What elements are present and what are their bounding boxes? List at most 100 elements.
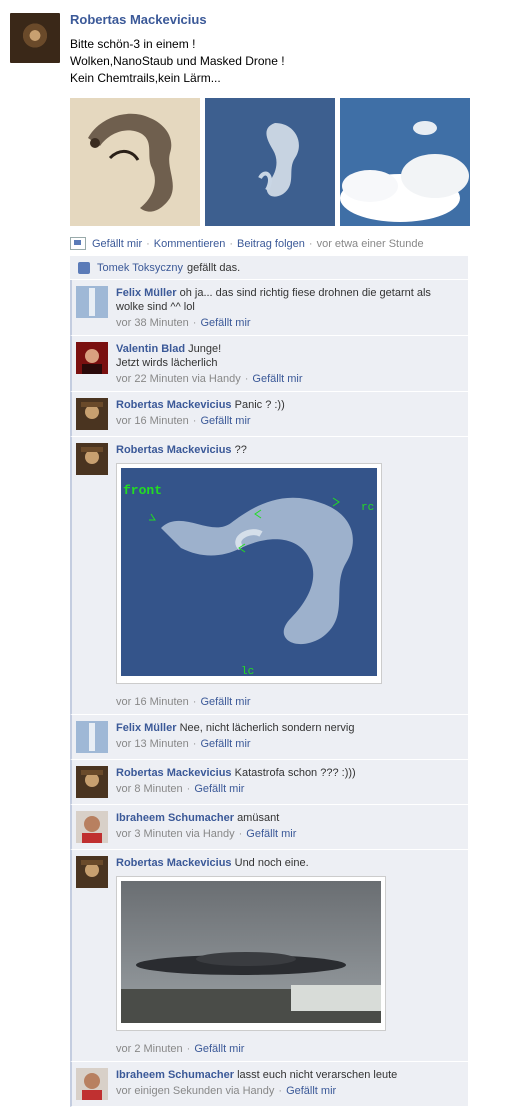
comment-like-button[interactable]: Gefällt mir [194, 783, 244, 795]
comment-like-button[interactable]: Gefällt mir [246, 828, 296, 840]
post-text: Bitte schön-3 in einem ! Wolken,NanoStau… [70, 36, 285, 87]
separator: · [192, 738, 197, 750]
avatar[interactable] [76, 721, 108, 753]
likes-row: Tomek Toksyczny gefällt das. [70, 256, 468, 280]
overlay-front-label: front [123, 483, 162, 498]
post-author[interactable]: Robertas Mackevicius [70, 12, 207, 27]
comment-text: lasst euch nicht verarschen leute [237, 1069, 398, 1081]
avatar[interactable] [76, 342, 108, 374]
thumbs-up-icon [78, 261, 90, 274]
comment-body: Ibraheem Schumacher amüsant [116, 811, 460, 825]
comment-body: Robertas Mackevicius Katastrofa schon ??… [116, 766, 460, 780]
avatar[interactable] [76, 286, 108, 318]
comment: Ibraheem Schumacher amüsant vor 3 Minute… [70, 805, 468, 850]
comment-meta: vor 22 Minuten via Handy · Gefällt mir [116, 373, 460, 385]
post-text-line: Kein Chemtrails,kein Lärm... [70, 71, 221, 85]
attachment-image[interactable] [121, 881, 381, 1023]
comment-attachment[interactable]: front rc lc [116, 463, 382, 684]
comment-meta: vor 2 Minuten · Gefällt mir [116, 1043, 460, 1055]
separator: · [238, 828, 243, 840]
separator: · [229, 237, 234, 250]
comment-author[interactable]: Robertas Mackevicius [116, 444, 232, 456]
comment-like-button[interactable]: Gefällt mir [200, 738, 250, 750]
avatar[interactable] [76, 811, 108, 843]
comment-meta: vor 8 Minuten · Gefällt mir [116, 783, 460, 795]
comment-text: Katastrofa schon ??? :))) [234, 767, 356, 779]
avatar[interactable] [76, 398, 108, 430]
comment-text: ?? [234, 444, 247, 456]
comment-body: Felix Müller Nee, nicht lächerlich sonde… [116, 721, 460, 735]
comment-like-button[interactable]: Gefällt mir [200, 696, 250, 708]
comment-body: Robertas Mackevicius Panic ? :)) [116, 398, 460, 412]
separator: · [192, 415, 197, 427]
comment-like-button[interactable]: Gefällt mir [286, 1085, 336, 1097]
comment-button[interactable]: Kommentieren [154, 238, 226, 250]
comment-author[interactable]: Ibraheem Schumacher [116, 1069, 234, 1081]
comment-author[interactable]: Valentin Blad [116, 343, 185, 355]
photo-1[interactable] [70, 98, 200, 226]
comment: Robertas Mackevicius Katastrofa schon ??… [70, 760, 468, 805]
comment-author[interactable]: Ibraheem Schumacher [116, 812, 234, 824]
comment: Felix Müller oh ja... das sind richtig f… [70, 280, 468, 336]
comment-author[interactable]: Robertas Mackevicius [116, 399, 232, 411]
comment-like-button[interactable]: Gefällt mir [194, 1043, 244, 1055]
post-text-line: Wolken,NanoStaub und Masked Drone ! [70, 54, 285, 68]
comment-like-button[interactable]: Gefällt mir [200, 317, 250, 329]
comment-meta: vor einigen Sekunden via Handy · Gefällt m… [116, 1085, 460, 1097]
follow-post-button[interactable]: Beitrag folgen [237, 238, 305, 250]
post-text-line: Bitte schön-3 in einem ! [70, 37, 196, 51]
comment-author[interactable]: Felix Müller [116, 722, 177, 734]
photo-3[interactable] [340, 98, 470, 226]
comment-meta: vor 13 Minuten · Gefällt mir [116, 738, 460, 750]
comment-like-button[interactable]: Gefällt mir [200, 415, 250, 427]
avatar[interactable] [76, 766, 108, 798]
comment-meta: vor 38 Minuten · Gefällt mir [116, 317, 460, 329]
comment-meta: vor 16 Minuten · Gefällt mir [116, 696, 460, 708]
avatar[interactable] [76, 1068, 108, 1100]
separator: · [308, 237, 313, 250]
photo-album-icon [70, 237, 86, 250]
comment: Robertas Mackevicius Und noch eine. vor … [70, 850, 468, 1062]
comment-time: vor 22 Minuten via Handy [116, 373, 241, 385]
comment-time: vor einigen Sekunden via Handy [116, 1085, 275, 1097]
comment-like-button[interactable]: Gefällt mir [252, 373, 302, 385]
likes-suffix: gefällt das. [187, 261, 241, 274]
comment-author[interactable]: Robertas Mackevicius [116, 857, 232, 869]
comment: Valentin Blad Junge! Jetzt wirds lächerl… [70, 336, 468, 392]
comment-body: Felix Müller oh ja... das sind richtig f… [116, 286, 460, 314]
post-avatar[interactable] [10, 13, 60, 63]
comment-attachment[interactable] [116, 876, 386, 1031]
avatar[interactable] [76, 443, 108, 475]
comment-time: vor 13 Minuten [116, 738, 189, 750]
comment-text: Panic ? :)) [234, 399, 285, 411]
comment-text: amüsant [237, 812, 280, 824]
comment-body: Robertas Mackevicius Und noch eine. [116, 856, 460, 870]
liker-name[interactable]: Tomek Toksyczny [97, 262, 183, 274]
comment: Robertas Mackevicius Panic ? :)) vor 16 … [70, 392, 468, 437]
like-button[interactable]: Gefällt mir [92, 238, 142, 250]
comment-author[interactable]: Felix Müller [116, 287, 177, 299]
comment-body: Valentin Blad Junge! Jetzt wirds lächerl… [116, 342, 460, 370]
separator: · [186, 1043, 191, 1055]
comments-section: Tomek Toksyczny gefällt das. Felix Mülle… [70, 256, 468, 1107]
post-timestamp[interactable]: vor etwa einer Stunde [317, 238, 424, 250]
comment-author[interactable]: Robertas Mackevicius [116, 767, 232, 779]
comment-body: Ibraheem Schumacher lasst euch nicht ver… [116, 1068, 460, 1082]
comment: Robertas Mackevicius ?? front rc lc vor … [70, 437, 468, 715]
comment-text: Nee, nicht lächerlich sondern nervig [179, 722, 355, 734]
photo-strip [70, 98, 470, 226]
comment-time: vor 16 Minuten [116, 415, 189, 427]
separator: · [192, 317, 197, 329]
comment-text: Und noch eine. [234, 857, 309, 869]
separator: · [244, 373, 249, 385]
separator: · [192, 696, 197, 708]
comment-time: vor 38 Minuten [116, 317, 189, 329]
photo-2[interactable] [205, 98, 335, 226]
comment-time: vor 2 Minuten [116, 1043, 183, 1055]
comment-meta: vor 3 Minuten via Handy · Gefällt mir [116, 828, 460, 840]
attachment-image[interactable]: front rc lc [121, 468, 377, 678]
avatar[interactable] [76, 856, 108, 888]
separator: · [278, 1085, 283, 1097]
post-actions: Gefällt mir · Kommentieren · Beitrag fol… [70, 237, 470, 250]
overlay-rc-label: rc [361, 502, 374, 514]
